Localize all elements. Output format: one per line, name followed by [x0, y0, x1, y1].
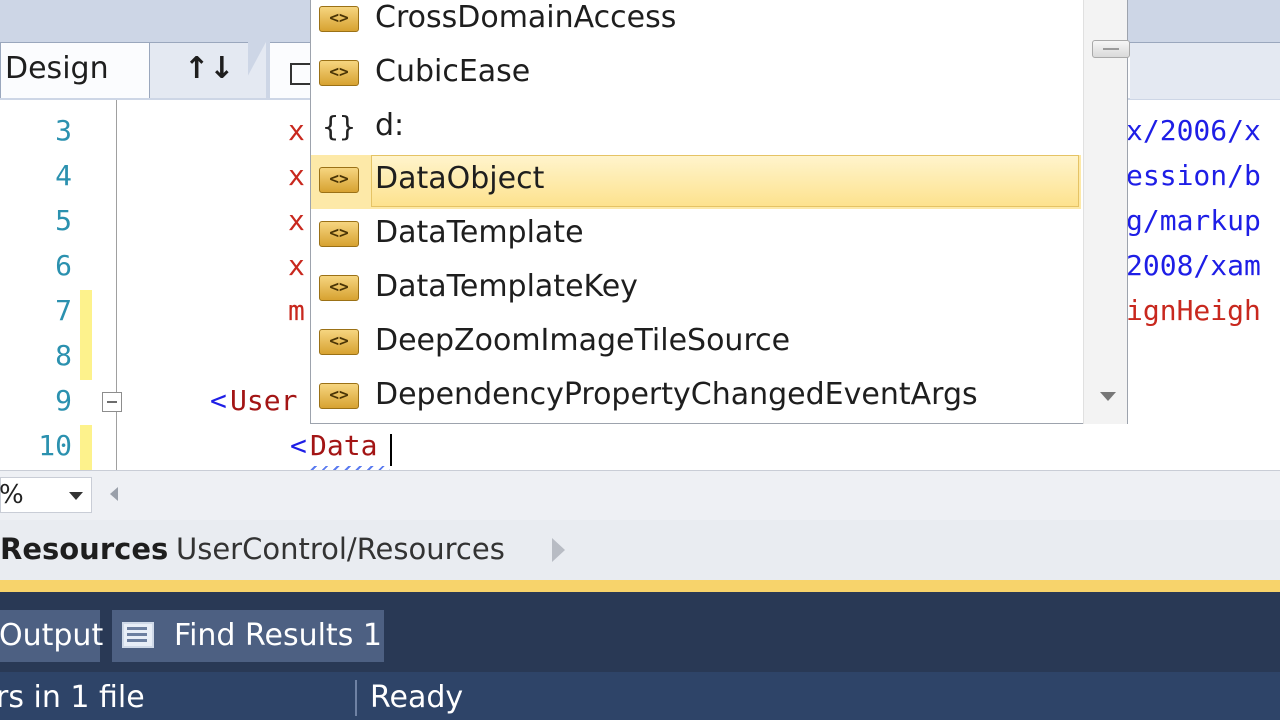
- status-ready: Ready: [370, 680, 464, 715]
- completion-item-label: DataObject: [375, 161, 545, 196]
- status-separator: [355, 680, 357, 716]
- namespace-icon: {}: [322, 110, 356, 143]
- tab-find-results-label: Find Results 1: [174, 618, 382, 653]
- change-marker: [80, 290, 92, 380]
- tab-divider: [236, 42, 266, 98]
- completion-item[interactable]: <> DataTemplateKey: [311, 263, 1081, 317]
- class-icon: <>: [319, 329, 359, 355]
- class-icon: <>: [319, 383, 359, 409]
- code-text: User: [230, 384, 298, 417]
- gutter-divider: [116, 100, 117, 470]
- scroll-down-icon[interactable]: [1100, 392, 1116, 401]
- completion-item[interactable]: <> CrossDomainAccess: [311, 0, 1081, 48]
- code-text: ession/b: [1126, 159, 1261, 192]
- code-text: x: [288, 204, 305, 237]
- swap-panes-button[interactable]: ↑↓: [150, 42, 248, 98]
- line-number: 7: [55, 294, 72, 327]
- code-text: m: [288, 294, 305, 327]
- line-number: 10: [38, 429, 72, 462]
- status-text: rs in 1 file: [0, 680, 145, 715]
- code-text: 2008/xam: [1126, 249, 1261, 282]
- find-results-icon: [122, 622, 154, 648]
- completion-item[interactable]: <> CubicEase: [311, 48, 1081, 102]
- change-marker: [80, 425, 92, 470]
- class-icon: <>: [319, 221, 359, 247]
- completion-item-label: DeepZoomImageTileSource: [375, 323, 791, 358]
- accent-line: [0, 580, 1280, 592]
- typed-text: Data: [310, 429, 378, 462]
- line-number: 4: [55, 159, 72, 192]
- status-bar: rs in 1 file Ready: [0, 672, 1280, 720]
- code-text: ignHeigh: [1126, 294, 1261, 327]
- breadcrumb-item[interactable]: Resources: [0, 532, 168, 566]
- line-number: 3: [55, 114, 72, 147]
- breadcrumb-item[interactable]: UserControl/Resources: [176, 532, 505, 566]
- code-text: x: [288, 249, 305, 282]
- line-number: 8: [55, 339, 72, 372]
- breadcrumb: Resources UserControl/Resources: [0, 520, 1280, 580]
- completion-item[interactable]: <> DataObject: [311, 155, 1081, 209]
- text-caret: [390, 434, 392, 466]
- completion-item-label: CubicEase: [375, 54, 531, 89]
- tab-design[interactable]: Design: [0, 42, 150, 98]
- scroll-left-icon[interactable]: [110, 487, 118, 501]
- completion-item[interactable]: <> DeepZoomImageTileSource: [311, 317, 1081, 371]
- code-text: x/2006/x: [1126, 114, 1261, 147]
- completion-item-label: d:: [375, 108, 405, 143]
- completion-item[interactable]: <> DependencyPropertyChangedEventArgs: [311, 371, 1081, 425]
- tab-output[interactable]: Output: [0, 610, 104, 662]
- completion-item-label: CrossDomainAccess: [375, 0, 677, 35]
- code-text: g/markup: [1126, 204, 1261, 237]
- xaml-icon: [290, 63, 312, 85]
- class-icon: <>: [319, 6, 359, 32]
- class-icon: <>: [319, 60, 359, 86]
- tab-output-label: Output: [0, 618, 104, 653]
- tab-strip-filler: [1130, 43, 1280, 99]
- scrollbar-thumb[interactable]: [1092, 40, 1130, 58]
- code-text: <: [290, 429, 307, 462]
- tool-window-tabs: Output Find Results 1: [0, 592, 1280, 672]
- chevron-down-icon: [69, 492, 83, 500]
- class-icon: <>: [319, 167, 359, 193]
- zoom-value: %: [0, 480, 24, 510]
- completion-item-label: DependencyPropertyChangedEventArgs: [375, 377, 978, 412]
- line-number: 9: [55, 384, 72, 417]
- line-number: 6: [55, 249, 72, 282]
- completion-item[interactable]: {} d:: [311, 102, 1081, 156]
- code-text: <: [210, 384, 227, 417]
- editor-bottom-bar: %: [0, 470, 1280, 520]
- line-number: 5: [55, 204, 72, 237]
- swap-arrows-icon: ↑↓: [184, 51, 235, 86]
- breadcrumb-arrow-icon[interactable]: [552, 538, 565, 562]
- tab-design-label: Design: [5, 51, 109, 86]
- completion-item-label: DataTemplate: [375, 215, 584, 250]
- popup-scrollbar[interactable]: [1083, 0, 1130, 424]
- collapse-icon[interactable]: [102, 392, 122, 412]
- code-text: x: [288, 159, 305, 192]
- intellisense-popup[interactable]: <> CrossDomainAccess <> CubicEase {} d: <> Data…: [310, 0, 1130, 425]
- class-icon: <>: [319, 275, 359, 301]
- code-text: x: [288, 114, 305, 147]
- zoom-dropdown[interactable]: %: [0, 477, 92, 513]
- tab-find-results[interactable]: Find Results 1: [112, 610, 384, 662]
- completion-item[interactable]: <> DataTemplate: [311, 209, 1081, 263]
- completion-item-label: DataTemplateKey: [375, 269, 638, 304]
